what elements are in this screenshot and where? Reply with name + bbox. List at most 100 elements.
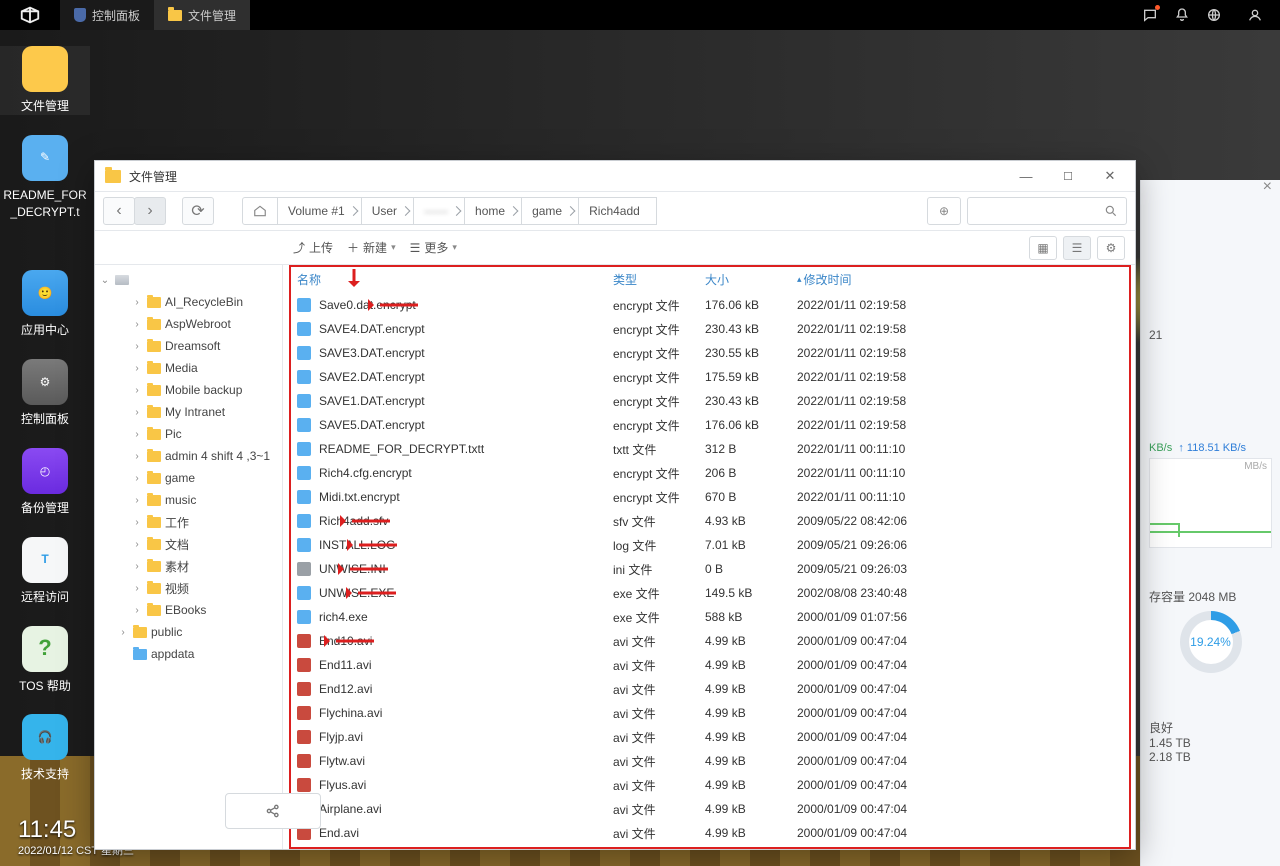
col-mtime[interactable]: ▴修改时间 [797,271,947,288]
col-type[interactable]: 类型 [613,271,705,288]
tree-item[interactable]: ›Mobile backup [95,379,282,401]
file-row[interactable]: Flytw.avi avi 文件 4.99 kB 2000/01/09 00:4… [283,749,1135,773]
breadcrumb-seg[interactable]: User [362,197,414,225]
view-list-button[interactable]: ☰ [1063,236,1091,260]
os-logo[interactable] [0,0,60,30]
topbar-bell-icon[interactable] [1166,0,1198,30]
tree-item[interactable]: ›Media [95,357,282,379]
view-grid-button[interactable]: ▦ [1029,236,1057,260]
file-row[interactable]: SAVE1.DAT.encrypt encrypt 文件 230.43 kB 2… [283,389,1135,413]
tree-item[interactable]: ›game [95,467,282,489]
file-icon [297,682,311,696]
topbar-chat-icon[interactable] [1134,0,1166,30]
file-row[interactable]: Rich4.cfg.encrypt encrypt 文件 206 B 2022/… [283,461,1135,485]
tree-item[interactable]: ›admin 4 shift 4 ,3~1 [95,445,282,467]
file-row[interactable]: End12.avi avi 文件 4.99 kB 2000/01/09 00:4… [283,677,1135,701]
file-row[interactable]: Rich4add.sfv sfv 文件 4.93 kB 2009/05/22 0… [283,509,1135,533]
file-type: encrypt 文件 [613,489,705,506]
nav-refresh-button[interactable]: ⟳ [182,197,214,225]
file-row[interactable]: SAVE2.DAT.encrypt encrypt 文件 175.59 kB 2… [283,365,1135,389]
topbar-globe-icon[interactable] [1198,0,1230,30]
tree-item[interactable]: ›music [95,489,282,511]
minimize-button[interactable]: — [1009,169,1043,184]
tree-item[interactable]: ›素材 [95,555,282,577]
tree-item[interactable]: ›AI_RecycleBin [95,291,282,313]
settings-button[interactable]: ⚙ [1097,236,1125,260]
tree-item[interactable]: appdata [95,643,282,665]
tree-item[interactable]: ›视频 [95,577,282,599]
favorite-button[interactable]: ⊕ [927,197,961,225]
breadcrumb-seg[interactable]: Volume #1 [278,197,362,225]
tree-item[interactable]: ›Pic [95,423,282,445]
col-name[interactable]: 名称 [297,271,613,288]
tree-label: 工作 [165,514,189,531]
file-row[interactable]: SAVE4.DAT.encrypt encrypt 文件 230.43 kB 2… [283,317,1135,341]
file-icon [297,322,311,336]
file-row[interactable]: End10.avi avi 文件 4.99 kB 2000/01/09 00:4… [283,629,1135,653]
file-mtime: 2022/01/11 00:11:10 [797,442,947,456]
file-row[interactable]: UNWISE.EXE exe 文件 149.5 kB 2002/08/08 23… [283,581,1135,605]
window-title: 文件管理 [129,168,177,185]
topbar-tab-control-panel[interactable]: 控制面板 [60,0,154,30]
file-row[interactable]: Flychina.avi avi 文件 4.99 kB 2000/01/09 0… [283,701,1135,725]
tree-item[interactable]: ›工作 [95,511,282,533]
file-row[interactable]: Flyus.avi avi 文件 4.99 kB 2000/01/09 00:4… [283,773,1135,797]
file-row[interactable]: End.avi avi 文件 4.99 kB 2000/01/09 00:47:… [283,821,1135,845]
file-size: 4.99 kB [705,754,797,768]
dock-control-panel[interactable]: ⚙ 控制面板 [0,359,90,428]
file-row[interactable]: Midi.txt.encrypt encrypt 文件 670 B 2022/0… [283,485,1135,509]
dock-help[interactable]: ? TOS 帮助 [0,626,90,695]
breadcrumb-seg[interactable]: ------ [414,197,465,225]
dock-file-manager[interactable]: 文件管理 [0,46,90,115]
upload-button[interactable]: ⤴上传 [293,239,333,256]
breadcrumb-home[interactable] [242,197,278,225]
close-button[interactable]: ✕ [1093,168,1127,184]
file-row[interactable]: README_FOR_DECRYPT.txtt txtt 文件 312 B 20… [283,437,1135,461]
tree-item[interactable]: ›AspWebroot [95,313,282,335]
topbar-tab-file-manager[interactable]: 文件管理 [154,0,250,30]
close-icon[interactable]: × [1263,178,1272,196]
breadcrumb-seg[interactable]: game [522,197,579,225]
topbar-user-menu[interactable] [1230,0,1280,30]
stat-value: 21 [1149,328,1272,342]
tree-label: EBooks [165,603,206,617]
file-row[interactable]: rich4.exe exe 文件 588 kB 2000/01/09 01:07… [283,605,1135,629]
file-mtime: 2022/01/11 00:11:10 [797,466,947,480]
nav-back-button[interactable]: ‹ [103,197,135,225]
file-row[interactable]: End11.avi avi 文件 4.99 kB 2000/01/09 00:4… [283,653,1135,677]
new-button[interactable]: ＋新建▾ [347,239,396,256]
share-button[interactable] [225,793,321,829]
tree-item[interactable]: ›Dreamsoft [95,335,282,357]
breadcrumb-seg[interactable]: home [465,197,522,225]
maximize-button[interactable]: ☐ [1051,170,1085,183]
cloud-icon: T [22,537,68,583]
file-row[interactable]: SAVE5.DAT.encrypt encrypt 文件 176.06 kB 2… [283,413,1135,437]
file-row[interactable]: INSTALL.LOG log 文件 7.01 kB 2009/05/21 09… [283,533,1135,557]
file-size: 176.06 kB [705,418,797,432]
tree-item[interactable]: ›文档 [95,533,282,555]
file-name: Airplane.avi [319,802,382,816]
breadcrumb-seg[interactable]: Rich4add [579,197,657,225]
dock-support[interactable]: 🎧 技术支持 [0,714,90,783]
search-input[interactable] [967,197,1127,225]
file-row[interactable]: SAVE3.DAT.encrypt encrypt 文件 230.55 kB 2… [283,341,1135,365]
window-titlebar[interactable]: 文件管理 — ☐ ✕ [95,161,1135,191]
folder-icon [147,517,161,528]
file-row[interactable]: Flyjp.avi avi 文件 4.99 kB 2000/01/09 00:4… [283,725,1135,749]
tree-item[interactable]: ›public [95,621,282,643]
tree-root[interactable]: ⌄ [95,269,282,291]
tree-item[interactable]: ›My Intranet [95,401,282,423]
col-size[interactable]: 大小 [705,271,797,288]
dock-app-center[interactable]: 🙂 应用中心 [0,270,90,339]
more-button[interactable]: ☰更多▾ [410,239,457,256]
file-row[interactable]: Save0.dat.encrypt encrypt 文件 176.06 kB 2… [283,293,1135,317]
tree-item[interactable]: ›EBooks [95,599,282,621]
file-row[interactable]: UNWISE.INI ini 文件 0 B 2009/05/21 09:26:0… [283,557,1135,581]
folder-icon [133,627,147,638]
dock-readme-file[interactable]: ✎ README_FOR_DECRYPT.t [0,135,90,221]
net-speed: KB/s ↑ 118.51 KB/s [1149,442,1272,454]
dock-remote[interactable]: T 远程访问 [0,537,90,606]
nav-forward-button[interactable]: › [134,197,166,225]
file-row[interactable]: Airplane.avi avi 文件 4.99 kB 2000/01/09 0… [283,797,1135,821]
dock-backup[interactable]: ◴ 备份管理 [0,448,90,517]
